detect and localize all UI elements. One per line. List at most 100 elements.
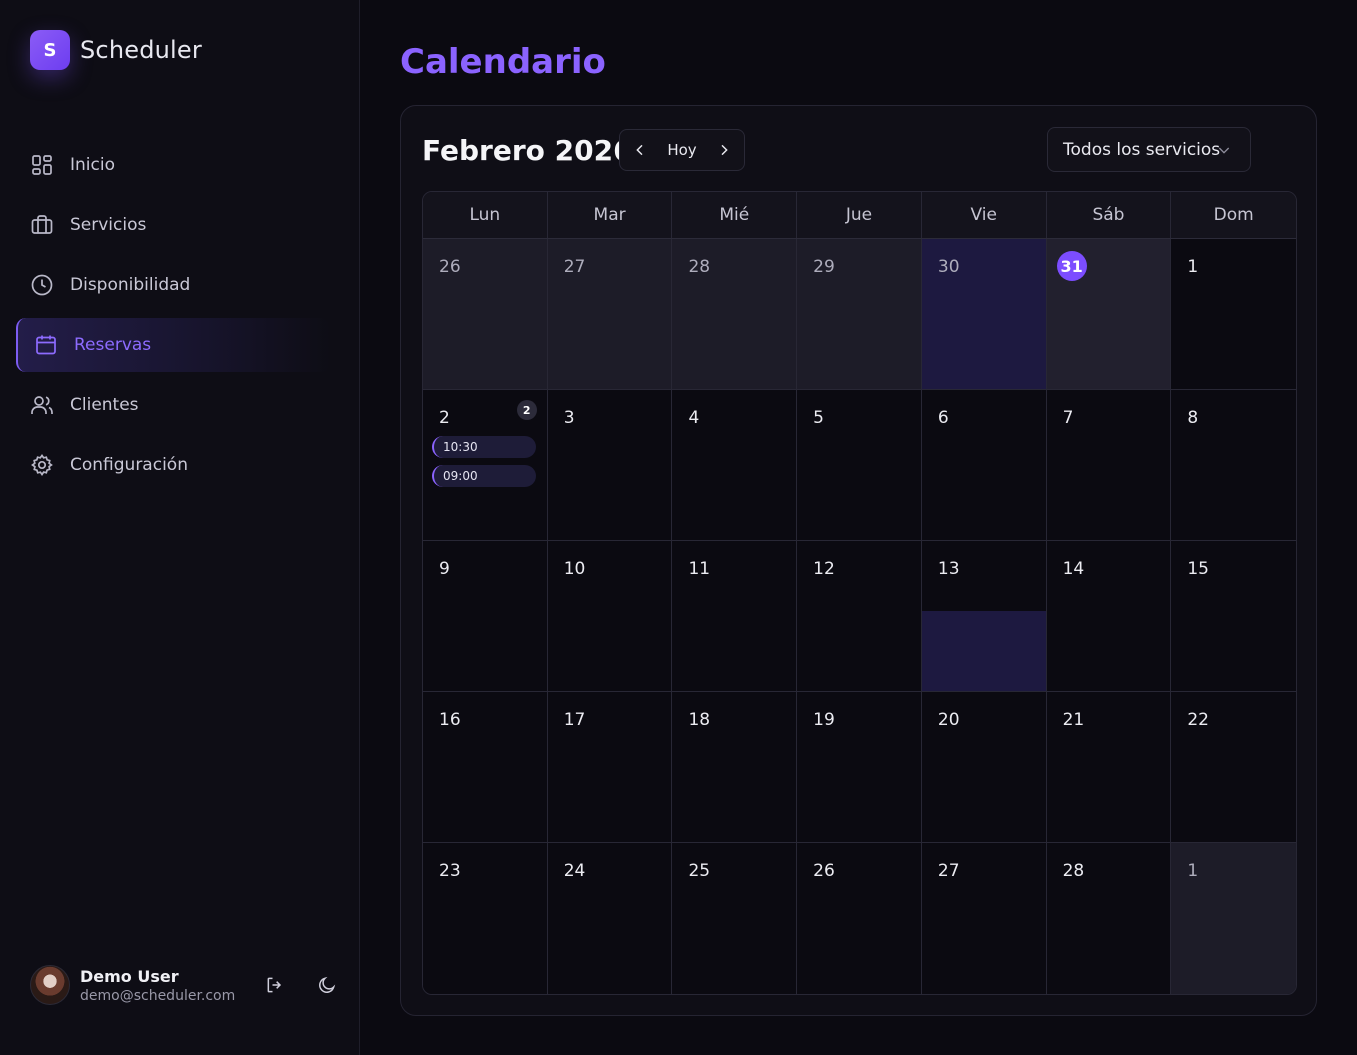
calendar-day[interactable]: 24 [547,843,673,994]
user-name: Demo User [80,966,179,986]
calendar-icon [34,333,58,357]
day-number: 6 [937,408,949,428]
day-number: 19 [813,710,835,730]
day-number: 1 [1187,257,1199,277]
calendar-week: 2 2 10:30 09:00 3 4 5 6 7 8 [423,390,1296,541]
service-filter-select[interactable]: Todos los servicios [1047,127,1251,172]
calendar-day[interactable]: 26 [423,239,548,389]
sidebar-item-clientes[interactable]: Clientes [16,378,330,432]
calendar-day[interactable]: 11 [672,541,798,691]
calendar-day[interactable]: 27 [921,843,1047,994]
weekday-label: Jue [797,192,922,238]
day-number: 4 [688,408,700,428]
calendar-day[interactable]: 17 [547,692,673,842]
calendar-day[interactable]: 29 [797,239,922,389]
grid-icon [30,153,54,177]
sidebar-item-servicios[interactable]: Servicios [16,198,330,252]
day-number: 7 [1062,408,1074,428]
day-number: 11 [688,559,711,579]
sidebar-item-inicio[interactable]: Inicio [16,138,330,192]
calendar-day[interactable]: 23 [423,843,548,994]
calendar-day[interactable]: 28 [672,239,798,389]
chevron-right-icon[interactable] [716,142,732,158]
sidebar-item-label: Disponibilidad [70,275,191,295]
user-email: demo@scheduler.com [80,987,236,1004]
calendar-day[interactable]: 19 [797,692,922,842]
month-title: Febrero 2026 [422,134,633,167]
sidebar-item-disponibilidad[interactable]: Disponibilidad [16,258,330,312]
calendar-day[interactable]: 1 [1171,843,1296,994]
calendar-day[interactable]: 1 [1171,239,1296,389]
sidebar-item-reservas[interactable]: Reservas [16,318,330,372]
calendar-day[interactable]: 14 [1046,541,1172,691]
month-navigation: Hoy [619,129,745,171]
briefcase-icon [30,213,54,237]
calendar-day[interactable]: 20 [921,692,1047,842]
day-number: 3 [563,408,575,428]
day-number: 12 [813,559,835,579]
weekday-label: Lun [423,192,548,238]
day-number: 27 [563,257,586,277]
calendar-day[interactable]: 22 [1171,692,1296,842]
sidebar-item-configuracion[interactable]: Configuración [16,438,330,492]
day-number: 30 [937,257,960,277]
day-number: 29 [813,257,835,277]
day-number: 16 [439,710,461,730]
page-title: Calendario [400,42,606,82]
sidebar-item-label: Configuración [70,455,188,475]
calendar-week: 16 17 18 19 20 21 22 [423,692,1296,843]
day-number: 26 [439,257,461,277]
sidebar-nav: Inicio Servicios Disponibilidad Reservas… [16,138,330,498]
calendar-day[interactable]: 5 [797,390,922,540]
calendar-week: 26 27 28 29 30 31 1 [423,239,1296,390]
day-number: 21 [1062,710,1085,730]
calendar-day[interactable]: 6 [921,390,1047,540]
event-chip[interactable]: 09:00 [432,465,536,487]
event-chip[interactable]: 10:30 [432,436,536,458]
day-number: 1 [1187,861,1199,881]
brand[interactable]: S Scheduler [30,30,202,70]
calendar-day[interactable]: 9 [423,541,548,691]
calendar-day[interactable]: 25 [672,843,798,994]
chevron-left-icon[interactable] [632,142,648,158]
calendar-day[interactable]: 12 [797,541,922,691]
calendar-day-today[interactable]: 31 [1046,239,1172,389]
day-number: 23 [439,861,461,881]
weekday-header: Lun Mar Mié Jue Vie Sáb Dom [423,192,1296,239]
avatar[interactable] [30,965,70,1005]
day-number: 5 [813,408,824,428]
weekday-label: Mar [548,192,673,238]
calendar-day[interactable]: 15 [1171,541,1296,691]
calendar-day[interactable]: 13 [921,541,1047,691]
day-number: 10 [563,559,586,579]
calendar-day[interactable]: 26 [797,843,922,994]
calendar-day[interactable]: 16 [423,692,548,842]
calendar-day[interactable]: 4 [672,390,798,540]
weekday-label: Sáb [1047,192,1172,238]
calendar-card: Febrero 2026 Hoy Todos los servicios Lun… [400,105,1317,1016]
selection-highlight [921,611,1046,691]
moon-icon[interactable] [314,972,340,998]
brand-logo: S [30,30,70,70]
calendar-day[interactable]: 3 [547,390,673,540]
calendar-day[interactable]: 7 [1046,390,1172,540]
calendar-day[interactable]: 18 [672,692,798,842]
calendar-day[interactable]: 27 [547,239,673,389]
day-number: 18 [688,710,711,730]
weekday-label: Dom [1213,205,1254,225]
today-button[interactable]: Hoy [667,141,696,159]
calendar-day[interactable]: 21 [1046,692,1172,842]
day-number: 2 [439,408,450,428]
calendar-day[interactable]: 10 [547,541,673,691]
calendar-day[interactable]: 8 [1171,390,1296,540]
today-badge: 31 [1056,251,1087,281]
calendar-day[interactable]: 2 2 10:30 09:00 [423,390,548,540]
user-actions [236,972,340,998]
logout-icon[interactable] [262,972,288,998]
sidebar-item-label: Inicio [70,155,115,175]
chevron-down-icon [1216,142,1232,158]
calendar-day[interactable]: 30 [921,239,1047,389]
day-number: 17 [563,710,586,730]
calendar-day[interactable]: 28 [1046,843,1172,994]
day-number: 27 [937,861,960,881]
